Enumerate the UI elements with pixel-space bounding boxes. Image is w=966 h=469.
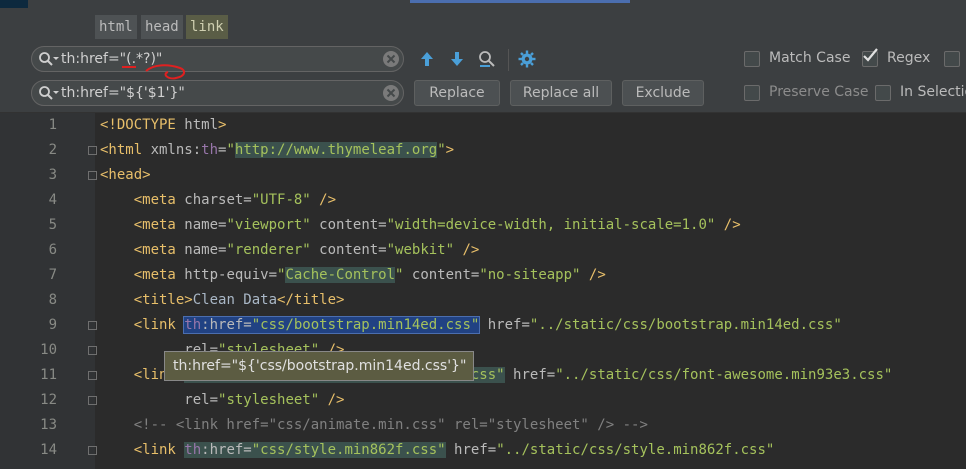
code-line: 10 rel="stylesheet" /> bbox=[0, 338, 966, 363]
line-number: 5 bbox=[48, 217, 57, 233]
find-replace-panel: th:href="(.*?)" Match Case Regex th:href… bbox=[0, 42, 966, 113]
next-occurrence-icon[interactable] bbox=[447, 49, 467, 69]
code-text: <head> bbox=[100, 167, 151, 183]
replace-preview-tooltip: th:href="${'css/bootstrap.min14ed.css'}" bbox=[164, 351, 474, 381]
breadcrumb-link[interactable]: link bbox=[186, 15, 228, 39]
preserve-case-label[interactable]: Preserve Case bbox=[769, 84, 869, 100]
clear-search-icon[interactable] bbox=[382, 50, 400, 68]
code-line: 9 <link th:href="css/bootstrap.min14ed.c… bbox=[0, 313, 966, 338]
code-line: 4 <meta charset="UTF-8" /> bbox=[0, 188, 966, 213]
code-line: 5 <meta name="viewport" content="width=d… bbox=[0, 213, 966, 238]
fold-marker-icon[interactable] bbox=[88, 321, 97, 330]
code-text: <link th:href="css/style.min862f.css" hr… bbox=[133, 442, 775, 458]
breadcrumb-html[interactable]: html bbox=[95, 15, 137, 39]
code-text: <!-- <link href="css/animate.min.css" re… bbox=[100, 417, 648, 433]
line-number: 2 bbox=[48, 142, 57, 158]
line-number: 7 bbox=[48, 267, 57, 283]
settings-gear-icon[interactable] bbox=[517, 49, 537, 69]
code-line: 2 <html xmlns:th="http://www.thymeleaf.o… bbox=[0, 138, 966, 163]
code-text: <meta name="viewport" content="width=dev… bbox=[133, 217, 741, 233]
code-text: rel="stylesheet" /> bbox=[184, 392, 345, 408]
exclude-button[interactable]: Exclude bbox=[622, 80, 704, 106]
search-field[interactable]: th:href="(.*?)" bbox=[31, 46, 404, 72]
active-tab-indicator bbox=[410, 0, 630, 3]
in-selection-checkbox[interactable] bbox=[875, 85, 891, 101]
code-text: <meta charset="UTF-8" /> bbox=[133, 192, 337, 208]
previous-occurrence-icon[interactable] bbox=[417, 49, 437, 69]
preserve-case-checkbox[interactable] bbox=[744, 85, 760, 101]
code-line: 6 <meta name="renderer" content="webkit"… bbox=[0, 238, 966, 263]
code-text: <link th:href="css/bootstrap.min14ed.css… bbox=[133, 316, 842, 334]
fold-marker-icon[interactable] bbox=[88, 346, 97, 355]
line-number: 13 bbox=[40, 417, 57, 433]
fold-marker-icon[interactable] bbox=[88, 371, 97, 380]
clear-replace-icon[interactable] bbox=[382, 84, 400, 102]
fold-marker-icon[interactable] bbox=[88, 396, 97, 405]
fold-marker-icon[interactable] bbox=[88, 446, 97, 455]
checkmark-icon bbox=[863, 48, 878, 62]
code-line: 12 rel="stylesheet" /> bbox=[0, 388, 966, 413]
replace-field[interactable]: th:href="${'$1'}" bbox=[31, 80, 404, 106]
code-line: 11 <link th:href="css/font-awesome.min93… bbox=[0, 363, 966, 388]
find-all-icon[interactable] bbox=[477, 49, 497, 69]
search-history-icon[interactable] bbox=[38, 51, 60, 67]
breadcrumb: html head link bbox=[0, 8, 966, 42]
breadcrumb-head[interactable]: head bbox=[141, 15, 183, 39]
in-selection-label[interactable]: In Selection bbox=[900, 84, 966, 100]
code-line: 1 <!DOCTYPE html> bbox=[0, 113, 966, 138]
replace-input[interactable]: th:href="${'$1'}" bbox=[61, 81, 185, 105]
line-number: 10 bbox=[40, 342, 57, 358]
line-number: 11 bbox=[40, 367, 57, 383]
code-text: <html xmlns:th="http://www.thymeleaf.org… bbox=[100, 142, 455, 158]
line-number: 9 bbox=[48, 317, 57, 333]
match-case-checkbox[interactable] bbox=[744, 51, 760, 67]
line-number: 14 bbox=[40, 442, 57, 458]
extra-option-checkbox[interactable] bbox=[944, 51, 960, 67]
code-text: <!DOCTYPE html> bbox=[100, 117, 227, 133]
toolbar-separator bbox=[508, 49, 509, 71]
code-line: 3 <head> bbox=[0, 163, 966, 188]
code-line: 7 <meta http-equiv="Cache-Control" conte… bbox=[0, 263, 966, 288]
code-text: <meta http-equiv="Cache-Control" content… bbox=[133, 267, 606, 283]
line-number: 12 bbox=[40, 392, 57, 408]
line-number: 6 bbox=[48, 242, 57, 258]
code-text: <title>Clean Data</title> bbox=[133, 292, 345, 308]
regex-label[interactable]: Regex bbox=[887, 50, 930, 66]
code-line: 13 <!-- <link href="css/animate.min.css"… bbox=[0, 413, 966, 438]
top-tab-strip: arku bbox=[0, 0, 966, 30]
regex-checkbox[interactable] bbox=[862, 48, 878, 67]
line-number: 1 bbox=[48, 117, 57, 133]
code-text: <meta name="renderer" content="webkit" /… bbox=[133, 242, 480, 258]
code-editor[interactable]: 1 <!DOCTYPE html> 2 <html xmlns:th="http… bbox=[0, 113, 966, 469]
match-case-label[interactable]: Match Case bbox=[769, 50, 850, 66]
line-number: 4 bbox=[48, 192, 57, 208]
replace-all-button[interactable]: Replace all bbox=[510, 80, 612, 106]
code-line: 14 <link th:href="css/style.min862f.css"… bbox=[0, 438, 966, 463]
fold-marker-icon[interactable] bbox=[88, 171, 97, 180]
line-number: 3 bbox=[48, 167, 57, 183]
code-line: 8 <title>Clean Data</title> bbox=[0, 288, 966, 313]
fold-marker-icon[interactable] bbox=[88, 146, 97, 155]
line-number: 8 bbox=[48, 292, 57, 308]
replace-history-icon[interactable] bbox=[38, 85, 60, 101]
replace-button[interactable]: Replace bbox=[414, 80, 500, 106]
